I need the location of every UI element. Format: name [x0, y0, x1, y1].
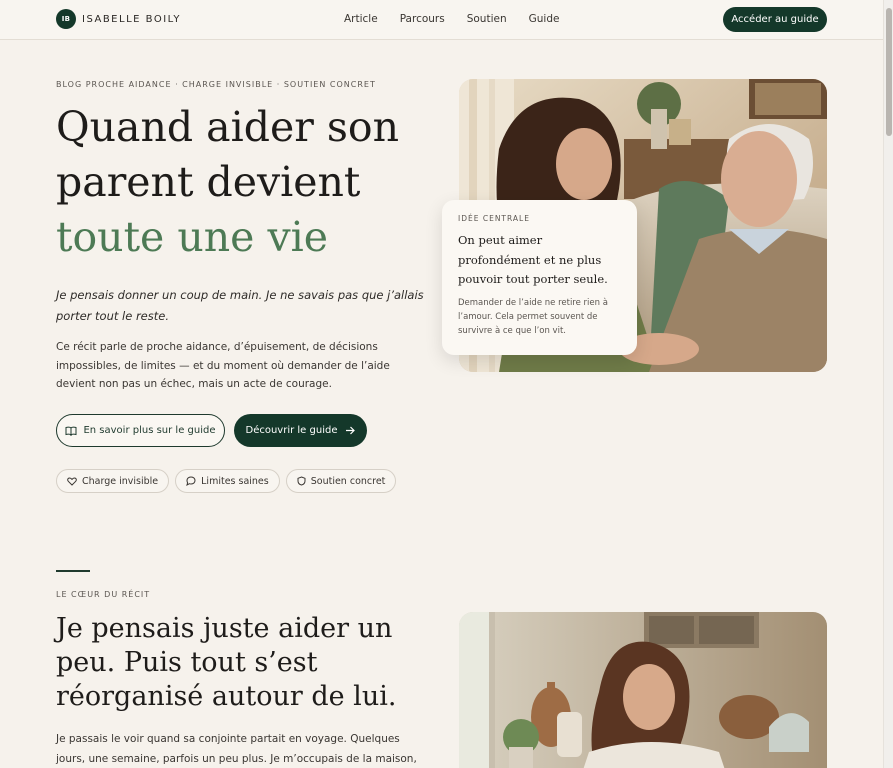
- discover-guide-label: Découvrir le guide: [245, 425, 338, 436]
- card-label: IDÉE CENTRALE: [458, 214, 530, 223]
- central-idea-card: IDÉE CENTRALE On peut aimer profondément…: [442, 200, 637, 355]
- hero-title-line1: Quand aider son: [56, 103, 399, 151]
- hero-title-accent: toute une vie: [56, 213, 328, 261]
- site-header: IB ISABELLE BOILY Article Parcours Souti…: [0, 0, 883, 40]
- arrow-right-icon: [346, 426, 356, 435]
- book-icon: [65, 426, 77, 436]
- nav-item-parcours[interactable]: Parcours: [400, 13, 445, 25]
- chat-icon: [186, 476, 196, 486]
- page-scrollbar[interactable]: [883, 0, 893, 768]
- header-cta-button[interactable]: Accéder au guide: [723, 7, 827, 32]
- hero-lead: Je pensais donner un coup de main. Je ne…: [56, 288, 424, 323]
- shield-icon: [297, 476, 306, 486]
- nav-item-guide[interactable]: Guide: [529, 13, 560, 25]
- hero-eyebrow: BLOG PROCHE AIDANCE · CHARGE INVISIBLE ·…: [56, 80, 376, 89]
- heart-icon: [67, 476, 77, 486]
- brand-name: ISABELLE BOILY: [82, 13, 181, 25]
- main-nav: Article Parcours Soutien Guide: [344, 13, 559, 25]
- nav-item-soutien[interactable]: Soutien: [467, 13, 507, 25]
- section-divider: [56, 570, 90, 572]
- card-note: Demander de l’aide ne retire rien à l’am…: [458, 297, 608, 336]
- chip-label: Soutien concret: [310, 475, 386, 487]
- section2-body: Je passais le voir quand sa conjointe pa…: [56, 733, 417, 765]
- learn-more-label: En savoir plus sur le guide: [83, 425, 216, 436]
- chip-label: Charge invisible: [82, 475, 159, 487]
- hero-title: Quand aider son parent devient toute une…: [56, 100, 436, 265]
- chip-soutien-concret[interactable]: Soutien concret: [285, 469, 397, 493]
- brand-badge: IB: [56, 9, 76, 29]
- chip-charge-invisible[interactable]: Charge invisible: [56, 469, 170, 493]
- discover-guide-button[interactable]: Découvrir le guide: [234, 414, 367, 447]
- card-quote: On peut aimer profondément et ne plus po…: [458, 233, 608, 286]
- hero-body: Ce récit parle de proche aidance, d’épui…: [56, 341, 390, 390]
- nav-item-article[interactable]: Article: [344, 13, 378, 25]
- section2-photo: [459, 612, 827, 768]
- scrollbar-thumb[interactable]: [886, 8, 892, 136]
- section2-title: Je pensais juste aider un peu. Puis tout…: [56, 613, 397, 712]
- chip-limites-saines[interactable]: Limites saines: [175, 469, 280, 493]
- section2-eyebrow: LE CŒUR DU RÉCIT: [56, 590, 151, 599]
- hero-title-line2: parent devient: [56, 158, 361, 206]
- learn-more-button[interactable]: En savoir plus sur le guide: [56, 414, 225, 447]
- chip-label: Limites saines: [201, 475, 269, 487]
- brand-logo[interactable]: IB ISABELLE BOILY: [56, 9, 181, 29]
- topic-chips: Charge invisible Limites saines Soutien …: [56, 469, 397, 493]
